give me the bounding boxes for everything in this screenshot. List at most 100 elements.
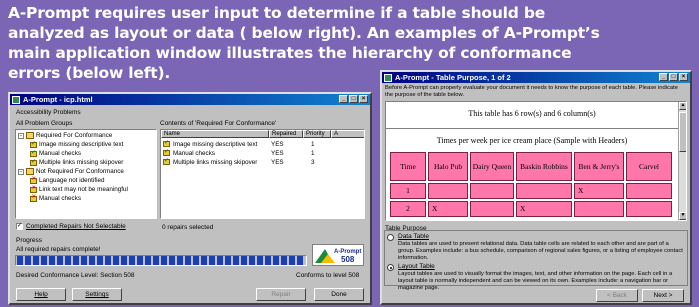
tree-item-required[interactable]: − Required For Conformance xyxy=(18,132,112,139)
progress-segment xyxy=(297,256,303,265)
completed-repairs-checkbox-row[interactable]: ✓ Completed Repairs Not Selectable xyxy=(16,223,126,230)
progress-segment xyxy=(233,256,239,265)
column-header-priority[interactable]: Priority xyxy=(303,130,331,138)
problem-tree[interactable]: − Required For Conformance Image missing… xyxy=(15,129,157,219)
tree-item[interactable]: Language not identified xyxy=(30,176,104,184)
tree-item-label: Link text may not be meaningful xyxy=(39,186,128,193)
data-table-radio[interactable] xyxy=(387,234,394,241)
tree-item[interactable]: Image missing descriptive text xyxy=(30,140,124,148)
tree-item-label: Manual checks xyxy=(39,150,81,157)
progress-segment xyxy=(105,256,111,265)
table-purpose-window: A-Prompt - Table Purpose, 1 of 2 _ □ × B… xyxy=(380,70,692,305)
completed-repairs-label: Completed Repairs Not Selectable xyxy=(26,223,126,230)
main-window-title: A-Prompt - icp.html xyxy=(23,95,93,104)
next-button[interactable]: Next > xyxy=(642,289,684,302)
scroll-thumb[interactable] xyxy=(679,112,686,152)
maximize-icon[interactable]: □ xyxy=(669,73,678,81)
done-button[interactable]: Done xyxy=(314,288,364,301)
progress-segment xyxy=(49,256,55,265)
progress-segment xyxy=(265,256,271,265)
progress-segment xyxy=(209,256,215,265)
scroll-down-icon[interactable]: ▼ xyxy=(679,212,686,220)
close-icon[interactable]: × xyxy=(359,95,368,103)
tree-item[interactable]: Link text may not be meaningful xyxy=(30,185,128,193)
folder-icon xyxy=(26,132,34,139)
progress-segment xyxy=(185,256,191,265)
progress-segment xyxy=(129,256,135,265)
progress-bar-fill xyxy=(16,256,306,265)
tree-item[interactable]: Manual checks xyxy=(30,149,81,157)
progress-segment xyxy=(97,256,103,265)
conforms-to-level: Conforms to level 508 xyxy=(296,272,360,279)
layout-table-label[interactable]: Layout Table xyxy=(398,263,435,270)
progress-segment xyxy=(57,256,63,265)
column-header-repaired[interactable]: Repaired xyxy=(269,130,303,138)
tree-item-label: Multiple links missing skipover xyxy=(39,159,124,166)
a-prompt-508-logo: A-Prompt 508 xyxy=(312,244,364,266)
table-window-titlebar[interactable]: A-Prompt - Table Purpose, 1 of 2 _ □ × xyxy=(382,72,690,83)
completed-repairs-checkbox[interactable]: ✓ xyxy=(16,223,23,230)
progress-segment xyxy=(281,256,287,265)
progress-segment xyxy=(225,256,231,265)
main-window-titlebar[interactable]: A-Prompt - icp.html _ □ × xyxy=(10,94,370,105)
tree-item-not-required[interactable]: − Not Required For Conformance xyxy=(18,168,124,175)
sample-table: Time Halo Pub Dairy Queen Baskin Robbins… xyxy=(390,152,674,220)
progress-segment xyxy=(17,256,23,265)
data-table-label[interactable]: Data Table xyxy=(398,233,429,240)
tree-item[interactable]: Multiple links missing skipover xyxy=(30,158,124,166)
table-header-cell: Halo Pub xyxy=(428,152,468,181)
accessibility-problems-group-title: Accessibility Problems xyxy=(16,109,81,116)
scroll-up-icon[interactable]: ▲ xyxy=(679,102,686,110)
minimize-icon[interactable]: _ xyxy=(339,95,348,103)
check-icon xyxy=(163,139,170,147)
table-cell xyxy=(470,183,514,199)
progress-segment xyxy=(249,256,255,265)
row-repaired: YES xyxy=(271,149,284,157)
help-button[interactable]: Help xyxy=(16,288,66,301)
column-header-a[interactable]: A xyxy=(331,130,364,138)
table-header-cell: Time xyxy=(390,152,426,181)
progress-segment xyxy=(145,256,151,265)
repair-button[interactable]: Repair xyxy=(256,288,306,301)
progress-segment xyxy=(257,256,263,265)
row-repaired: YES xyxy=(271,140,284,148)
check-icon xyxy=(30,140,37,148)
maximize-icon[interactable]: □ xyxy=(349,95,358,103)
collapse-icon[interactable]: − xyxy=(18,168,24,175)
table-row[interactable]: Image missing descriptive text YES 1 xyxy=(161,139,364,148)
progress-text: All required repairs complete! xyxy=(16,246,101,253)
table-window-title: A-Prompt - Table Purpose, 1 of 2 xyxy=(395,73,511,82)
row-repaired: YES xyxy=(271,158,284,166)
table-cell xyxy=(574,201,624,217)
repairs-selected-count: 0 repairs selected xyxy=(162,224,214,231)
tree-item-label: Image missing descriptive text xyxy=(39,141,124,148)
progress-segment xyxy=(73,256,79,265)
close-icon[interactable]: × xyxy=(679,73,688,81)
table-row[interactable]: Manual checks YES 1 xyxy=(161,148,364,157)
progress-group-title: Progress xyxy=(16,237,43,244)
table-header-cell: Dairy Queen xyxy=(470,152,514,181)
table-header-cell: Baskin Robbins xyxy=(516,152,572,181)
progress-segment xyxy=(289,256,295,265)
progress-segment xyxy=(65,256,71,265)
back-button[interactable]: < Back xyxy=(596,289,638,302)
logo-text-bottom: 508 xyxy=(341,255,355,264)
column-header-name[interactable]: Name xyxy=(161,130,269,138)
progress-segment xyxy=(153,256,159,265)
row-priority: 1 xyxy=(311,149,315,157)
minimize-icon[interactable]: _ xyxy=(659,73,668,81)
row-priority: 1 xyxy=(311,140,315,148)
progress-segment xyxy=(201,256,207,265)
table-info-text: This table has 6 row(s) and 6 column(s) xyxy=(468,109,596,118)
collapse-icon[interactable]: − xyxy=(18,132,24,139)
progress-segment xyxy=(217,256,223,265)
layout-table-radio[interactable] xyxy=(387,264,394,271)
table-row[interactable]: Multiple links missing skipover YES 3 xyxy=(161,157,364,166)
tree-item[interactable]: Manual checks xyxy=(30,194,81,202)
problem-list[interactable]: Name Repaired Priority A Image missing d… xyxy=(160,129,365,219)
preview-scrollbar[interactable]: ▲ ▼ xyxy=(678,102,686,220)
table-cell xyxy=(470,201,514,217)
settings-button[interactable]: Settings xyxy=(72,288,122,301)
check-icon xyxy=(163,148,170,156)
table-cell xyxy=(626,183,672,199)
